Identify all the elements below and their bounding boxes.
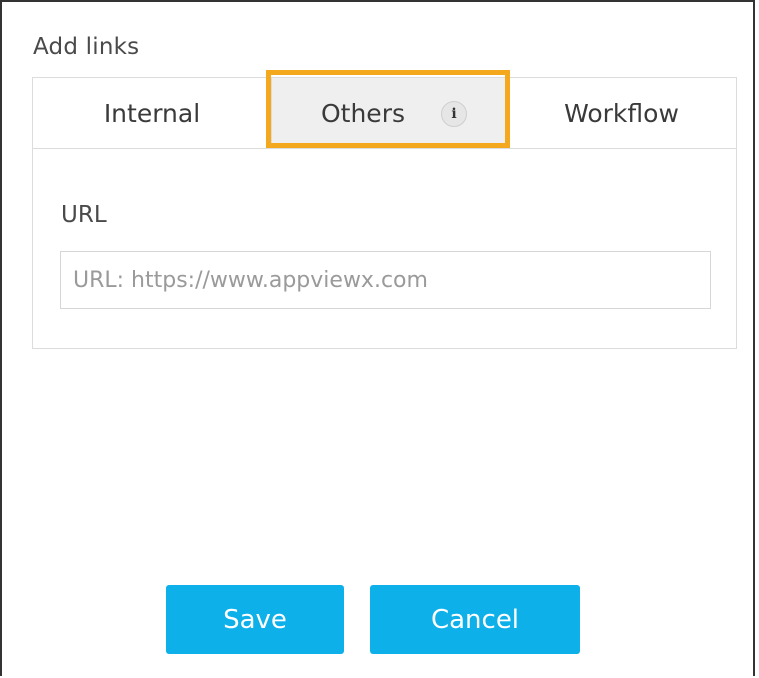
url-label: URL: [61, 202, 107, 228]
tab-workflow[interactable]: Workflow: [507, 78, 736, 148]
tab-internal-label: Internal: [103, 98, 201, 128]
tab-others[interactable]: Others i: [271, 78, 507, 148]
add-links-dialog: Add links Internal Others i Workflow URL…: [0, 0, 755, 676]
info-icon[interactable]: i: [441, 101, 467, 127]
cancel-button[interactable]: Cancel: [370, 585, 580, 654]
tab-workflow-label: Workflow: [564, 98, 679, 128]
tab-internal[interactable]: Internal: [33, 78, 271, 148]
others-tab-panel: URL: [32, 148, 737, 349]
tab-others-label: Others: [320, 98, 405, 128]
url-input[interactable]: [60, 251, 711, 309]
dialog-title: Add links: [33, 34, 140, 60]
link-type-tabs: Internal Others i Workflow: [32, 77, 737, 149]
save-button[interactable]: Save: [166, 585, 344, 654]
